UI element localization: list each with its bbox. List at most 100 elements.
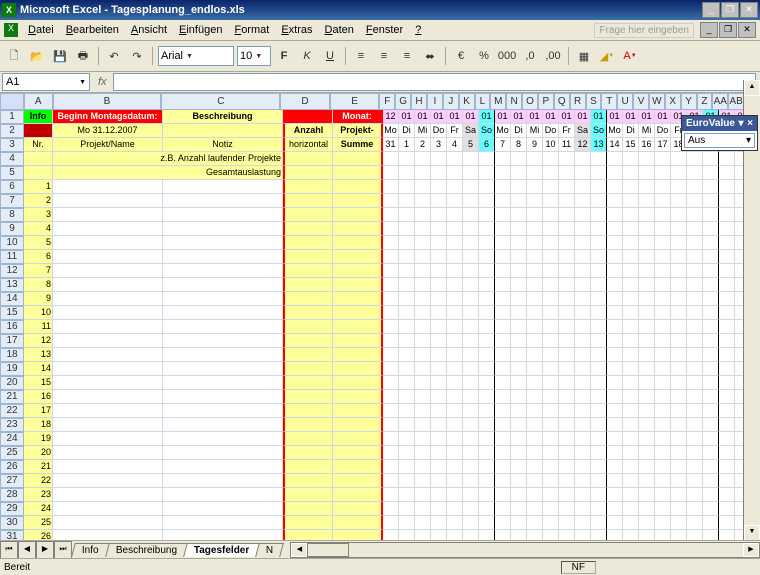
cell-r16-21[interactable] [719, 320, 735, 334]
cell-r22-14[interactable] [607, 404, 623, 418]
cell-weekday-17[interactable]: Do [655, 124, 671, 138]
cell-r7-4[interactable] [447, 194, 463, 208]
cell-r23-12[interactable] [575, 418, 591, 432]
cell-r29-2[interactable] [415, 502, 431, 516]
cell-r12-20[interactable] [703, 264, 719, 278]
cell-month-11[interactable]: 01 [559, 110, 575, 124]
cell-r30-18[interactable] [671, 516, 687, 530]
cell-r10-21[interactable] [719, 236, 735, 250]
cell-weekday-12[interactable]: Sa [575, 124, 591, 138]
cell-r15-9[interactable] [527, 306, 543, 320]
tab-nav-first[interactable]: ⏮ [0, 541, 18, 559]
cell-r10-16[interactable] [639, 236, 655, 250]
cell-r5-1[interactable] [399, 166, 415, 180]
row-header-20[interactable]: 20 [0, 376, 24, 390]
cell-seq-23[interactable]: 23 [24, 488, 53, 502]
cell-r14-6[interactable] [479, 292, 495, 306]
cell-summe-hdr[interactable]: Summe [333, 138, 383, 152]
cell-b24[interactable] [53, 432, 163, 446]
cell-r17-20[interactable] [703, 334, 719, 348]
cell-a2[interactable] [24, 124, 53, 138]
cell-r20-10[interactable] [543, 376, 559, 390]
cell-r20-8[interactable] [511, 376, 527, 390]
cell-r20-1[interactable] [399, 376, 415, 390]
cell-r26-6[interactable] [479, 460, 495, 474]
cell-projekt[interactable]: Projekt- [333, 124, 383, 138]
row-header-12[interactable]: 12 [0, 264, 24, 278]
menu-datei[interactable]: Datei [22, 22, 60, 38]
cell-r9-16[interactable] [639, 222, 655, 236]
cell-e27[interactable] [333, 474, 383, 488]
cell-r29-16[interactable] [639, 502, 655, 516]
cell-r5-9[interactable] [527, 166, 543, 180]
cell-r23-5[interactable] [463, 418, 479, 432]
cell-r5-13[interactable] [591, 166, 607, 180]
cell-month-1[interactable]: 01 [399, 110, 415, 124]
cell-r22-19[interactable] [687, 404, 703, 418]
cell-r8-13[interactable] [591, 208, 607, 222]
cell-r14-2[interactable] [415, 292, 431, 306]
cell-r11-16[interactable] [639, 250, 655, 264]
cell-b26[interactable] [53, 460, 163, 474]
cell-c19[interactable] [163, 362, 283, 376]
cell-seq-2[interactable]: 2 [24, 194, 53, 208]
scroll-thumb[interactable] [307, 543, 349, 557]
cell-r9-5[interactable] [463, 222, 479, 236]
cell-r6-3[interactable] [431, 180, 447, 194]
cell-r14-4[interactable] [447, 292, 463, 306]
cell-b21[interactable] [53, 390, 163, 404]
cell-r18-20[interactable] [703, 348, 719, 362]
cell-r9-12[interactable] [575, 222, 591, 236]
cell-r16-15[interactable] [623, 320, 639, 334]
cell-c7[interactable] [163, 194, 283, 208]
col-header-AB[interactable]: AB [728, 93, 744, 110]
cell-r16-10[interactable] [543, 320, 559, 334]
cell-b8[interactable] [53, 208, 163, 222]
cell-r24-2[interactable] [415, 432, 431, 446]
cell-r22-4[interactable] [447, 404, 463, 418]
cell-beginn-label[interactable]: Beginn Montagsdatum: [53, 110, 163, 124]
cell-r20-21[interactable] [719, 376, 735, 390]
cell-r14-15[interactable] [623, 292, 639, 306]
fx-icon[interactable]: fx [98, 76, 107, 88]
cell-r15-6[interactable] [479, 306, 495, 320]
cell-r11-14[interactable] [607, 250, 623, 264]
cell-e14[interactable] [333, 292, 383, 306]
cell-r24-8[interactable] [511, 432, 527, 446]
cell-c18[interactable] [163, 348, 283, 362]
cell-r5-6[interactable] [479, 166, 495, 180]
cell-r26-19[interactable] [687, 460, 703, 474]
cell-r10-5[interactable] [463, 236, 479, 250]
col-header-Y[interactable]: Y [681, 93, 697, 110]
cell-d8[interactable] [283, 208, 333, 222]
cell-r19-5[interactable] [463, 362, 479, 376]
row-header-16[interactable]: 16 [0, 320, 24, 334]
cell-month-5[interactable]: 01 [463, 110, 479, 124]
cell-r19-20[interactable] [703, 362, 719, 376]
cell-r8-9[interactable] [527, 208, 543, 222]
cell-r9-17[interactable] [655, 222, 671, 236]
cell-r11-1[interactable] [399, 250, 415, 264]
cell-d15[interactable] [283, 306, 333, 320]
cell-d30[interactable] [283, 516, 333, 530]
cell-c6[interactable] [163, 180, 283, 194]
cell-c10[interactable] [163, 236, 283, 250]
col-header-M[interactable]: M [490, 93, 506, 110]
cell-seq-13[interactable]: 13 [24, 348, 53, 362]
cell-r12-2[interactable] [415, 264, 431, 278]
cell-r22-10[interactable] [543, 404, 559, 418]
cell-r6-2[interactable] [415, 180, 431, 194]
cell-r19-18[interactable] [671, 362, 687, 376]
cell-day-17[interactable]: 17 [655, 138, 671, 152]
cell-r13-11[interactable] [559, 278, 575, 292]
cell-seq-15[interactable]: 15 [24, 376, 53, 390]
cell-weekday-8[interactable]: Di [511, 124, 527, 138]
row-header-23[interactable]: 23 [0, 418, 24, 432]
cell-c15[interactable] [163, 306, 283, 320]
cell-d26[interactable] [283, 460, 333, 474]
cell-weekday-10[interactable]: Do [543, 124, 559, 138]
cell-r22-8[interactable] [511, 404, 527, 418]
cell-horizontal-hdr[interactable]: horizontal [283, 138, 333, 152]
row-header-27[interactable]: 27 [0, 474, 24, 488]
cell-r11-10[interactable] [543, 250, 559, 264]
